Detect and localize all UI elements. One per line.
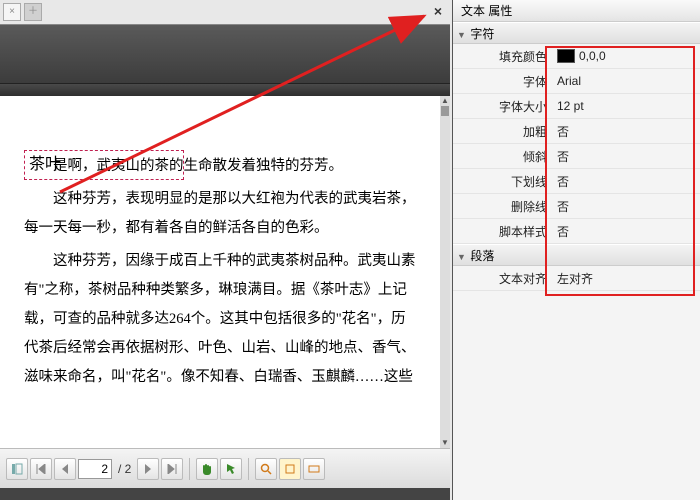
toolbar-divider	[248, 458, 249, 480]
color-swatch[interactable]	[557, 49, 575, 63]
prop-font[interactable]: 字体 Arial	[453, 69, 700, 94]
first-page-button[interactable]	[30, 458, 52, 480]
prop-font-size[interactable]: 字体大小 12 pt	[453, 94, 700, 119]
document-chrome-strip	[0, 84, 450, 96]
vertical-scrollbar[interactable]: ▲ ▼	[440, 96, 450, 448]
cursor-icon	[225, 463, 237, 475]
scroll-up-icon[interactable]: ▲	[440, 96, 450, 106]
prop-value: Arial	[553, 74, 700, 88]
text-edit-box[interactable]: 茶叶	[24, 150, 184, 180]
prop-italic[interactable]: 倾斜 否	[453, 144, 700, 169]
hand-icon	[200, 462, 214, 476]
scrollbar-thumb[interactable]	[441, 106, 449, 116]
hand-tool-button[interactable]	[196, 458, 218, 480]
tab-bar: × ＋ ×	[0, 0, 450, 24]
prop-text-align[interactable]: 文本对齐 左对齐	[453, 266, 700, 291]
paragraph: 这种芬芳，因缘于成百上千种的武夷茶树品种。武夷山素有"之称，茶树品种种类繁多，琳…	[24, 247, 416, 392]
document-page: 是啊，武夷山的茶的生命散发着独特的芬芳。 这种芬芳，表现明显的是那以大红袍为代表…	[0, 96, 440, 448]
prev-page-button[interactable]	[54, 458, 76, 480]
prop-value: 12 pt	[553, 99, 700, 113]
prop-fill-color[interactable]: 填充颜色 0,0,0	[453, 44, 700, 69]
prop-value: 否	[553, 123, 700, 140]
page-number-input[interactable]	[78, 459, 112, 479]
last-page-button[interactable]	[161, 458, 183, 480]
scroll-down-icon[interactable]: ▼	[440, 438, 450, 448]
select-tool-button[interactable]	[220, 458, 242, 480]
prop-bold[interactable]: 加粗 否	[453, 119, 700, 144]
zoom-tool-button[interactable]	[255, 458, 277, 480]
prop-value: 否	[553, 173, 700, 190]
tab-new[interactable]: ＋	[24, 3, 42, 21]
section-header-para[interactable]: ▼ 段落	[453, 244, 700, 266]
fit-page-button[interactable]	[279, 458, 301, 480]
properties-char-group: 填充颜色 0,0,0 字体 Arial 字体大小 12 pt 加粗 否 倾斜 否…	[453, 44, 700, 244]
next-page-button[interactable]	[137, 458, 159, 480]
close-icon[interactable]: ×	[430, 4, 446, 20]
last-page-icon	[166, 464, 178, 474]
collapse-icon: ▼	[457, 24, 467, 46]
prop-strike[interactable]: 删除线 否	[453, 194, 700, 219]
prop-value: 否	[553, 148, 700, 165]
fit-icon	[284, 463, 296, 475]
document-chrome	[0, 24, 450, 84]
magnifier-icon	[260, 463, 272, 475]
section-label: 段落	[470, 249, 494, 263]
prop-value: 否	[553, 198, 700, 215]
prop-value: 否	[553, 223, 700, 240]
sidebar-icon	[11, 463, 23, 475]
prop-script[interactable]: 脚本样式 否	[453, 219, 700, 244]
tab-close-left[interactable]: ×	[3, 3, 21, 21]
prop-value: 左对齐	[553, 270, 700, 287]
paragraph: 这种芬芳，表现明显的是那以大红袍为代表的武夷岩茶，每一天每一秒，都有着各自的鲜活…	[24, 185, 416, 243]
prop-value: 0,0,0	[579, 49, 606, 63]
document-area: × ＋ × 是啊，武夷山的茶的生命散发着独特的芬芳。 这种芬芳，表现明显的是那以…	[0, 0, 450, 500]
page-total-label: / 2	[114, 462, 135, 476]
navigation-toolbar: / 2	[0, 448, 450, 488]
toolbar-divider	[189, 458, 190, 480]
section-header-char[interactable]: ▼ 字符	[453, 22, 700, 44]
prop-underline[interactable]: 下划线 否	[453, 169, 700, 194]
section-label: 字符	[470, 27, 494, 41]
chevron-right-icon	[143, 464, 153, 474]
collapse-icon: ▼	[457, 246, 467, 268]
panel-title: 文本 属性	[453, 0, 700, 22]
fit-width-icon	[308, 463, 320, 475]
properties-para-group: 文本对齐 左对齐	[453, 266, 700, 291]
fit-width-button[interactable]	[303, 458, 325, 480]
show-sidebar-button[interactable]	[6, 458, 28, 480]
first-page-icon	[35, 464, 47, 474]
chevron-left-icon	[60, 464, 70, 474]
properties-panel: 文本 属性 ▼ 字符 填充颜色 0,0,0 字体 Arial 字体大小 12 p…	[452, 0, 700, 500]
